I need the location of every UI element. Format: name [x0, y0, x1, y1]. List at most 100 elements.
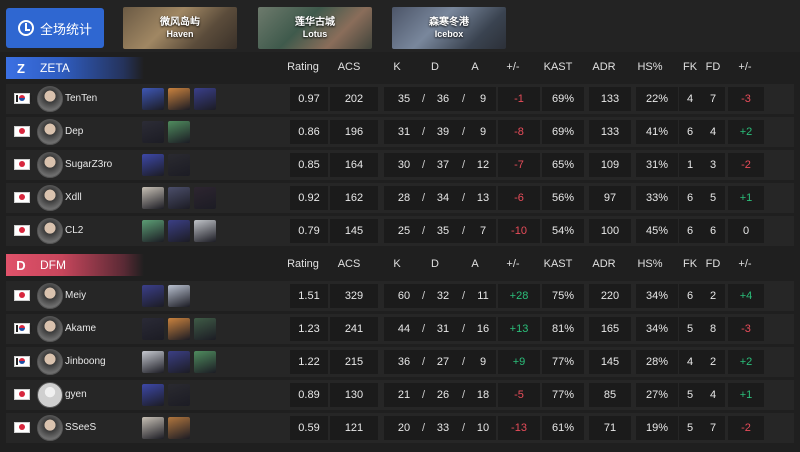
- player-row[interactable]: gyen 0.89 130 21 26 18 / / -5 77% 85 27% 5 4 +1: [6, 380, 794, 410]
- player-row[interactable]: Jinboong 1.22 215 36 27 9 / / +9 77% 145 28% 4 2 +2: [6, 347, 794, 377]
- adr-value: 100: [589, 219, 631, 243]
- adr-value: 85: [589, 383, 631, 407]
- player-row[interactable]: Akame 1.23 241 44 31 16 / / +13 81% 165 34% 5 8 -3: [6, 314, 794, 344]
- japan-flag-icon: [14, 389, 30, 400]
- all-stats-label: 全场统计: [39, 21, 92, 37]
- agent-icon: [194, 351, 216, 373]
- agent-icon: [168, 351, 190, 373]
- column-header-a: A: [471, 61, 479, 73]
- kda-d-value: 33: [436, 422, 450, 434]
- rating-value: 1.22: [290, 350, 328, 374]
- agent-icon: [168, 318, 190, 340]
- player-name[interactable]: Akame: [65, 323, 96, 334]
- agent-icon: [194, 318, 216, 340]
- fk-value: 6: [686, 225, 694, 237]
- kda-k-value: 31: [397, 126, 411, 138]
- column-header-d: D: [431, 258, 439, 270]
- plus-minus-value: +9: [498, 350, 540, 374]
- plus-minus-value: -1: [498, 87, 540, 111]
- agent-icon: [168, 88, 190, 110]
- stats-icon: [17, 20, 34, 36]
- kast-value: 56%: [542, 186, 584, 210]
- fk-value: 5: [686, 422, 694, 434]
- kda-a-value: 10: [476, 422, 490, 434]
- kda-k-value: 30: [397, 159, 411, 171]
- team-badge[interactable]: Z ZETA: [6, 57, 144, 79]
- map-tab-icebox[interactable]: 森寒冬港 Icebox: [392, 7, 506, 49]
- column-header-acs: ACS: [337, 61, 361, 73]
- map-name-en: Haven: [166, 28, 194, 39]
- player-row[interactable]: Xdll 0.92 162 28 34 13 / / -6 56% 97 33% 6 5 +1: [6, 183, 794, 213]
- korea-flag-icon: [14, 323, 32, 334]
- player-name[interactable]: TenTen: [65, 93, 97, 104]
- player-row[interactable]: Meiy 1.51 329 60 32 11 / / +28 75% 220 34% 6 2 +4: [6, 281, 794, 311]
- kda-d-value: 34: [436, 192, 450, 204]
- dfm-logo-icon: D: [16, 257, 26, 273]
- fd-value: 7: [709, 422, 717, 434]
- kast-value: 69%: [542, 87, 584, 111]
- player-avatar: [37, 415, 63, 441]
- player-row[interactable]: SSeeS 0.59 121 20 33 10 / / -13 61% 71 19% 5 7 -2: [6, 413, 794, 443]
- adr-value: 71: [589, 416, 631, 440]
- kast-value: 69%: [542, 120, 584, 144]
- column-header-rating: Rating: [287, 61, 319, 73]
- fk-value: 6: [686, 126, 694, 138]
- all-stats-button[interactable]: 全场统计: [6, 8, 104, 48]
- kda-d-value: 37: [436, 159, 450, 171]
- map-tab-lotus[interactable]: 莲华古城 Lotus: [258, 7, 372, 49]
- adr-value: 145: [589, 350, 631, 374]
- player-row[interactable]: TenTen 0.97 202 35 36 9 / / -1 69% 133 22% 4 7 -3: [6, 84, 794, 114]
- agent-icon: [142, 351, 164, 373]
- kda-separator: /: [462, 422, 466, 434]
- kda-a-value: 9: [479, 126, 487, 138]
- fk-fd-diff-value: +2: [728, 350, 764, 374]
- player-name[interactable]: Meiy: [65, 290, 86, 301]
- kda-separator: /: [462, 93, 466, 105]
- fk-fd-diff-value: -3: [728, 317, 764, 341]
- fk-fd-diff-value: +2: [728, 120, 764, 144]
- hs-percent-value: 28%: [636, 350, 678, 374]
- kda-d-value: 39: [436, 126, 450, 138]
- rating-value: 1.23: [290, 317, 328, 341]
- kda-separator: /: [462, 356, 466, 368]
- kast-value: 81%: [542, 317, 584, 341]
- agent-list: [142, 86, 216, 112]
- kda-separator: /: [422, 192, 426, 204]
- top-bar: 全场统计 微风岛屿 Haven 莲华古城 Lotus 森寒冬港 Icebox: [0, 0, 800, 52]
- hs-percent-value: 22%: [636, 87, 678, 111]
- team-badge[interactable]: D DFM: [6, 254, 144, 276]
- hs-percent-value: 31%: [636, 153, 678, 177]
- agent-icon: [142, 154, 164, 176]
- map-name-cn: 森寒冬港: [429, 16, 469, 28]
- agent-icon: [142, 220, 164, 242]
- agent-icon: [194, 220, 216, 242]
- kda-a-value: 11: [477, 290, 489, 302]
- player-name[interactable]: Xdll: [65, 192, 82, 203]
- agent-list: [142, 218, 216, 244]
- agent-icon: [142, 384, 164, 406]
- player-row[interactable]: CL2 0.79 145 25 35 7// -10 54% 100 45% 6 6 0: [6, 216, 794, 246]
- hs-percent-value: 41%: [636, 120, 678, 144]
- player-name[interactable]: SSeeS: [65, 422, 96, 433]
- player-name[interactable]: Jinboong: [65, 356, 106, 367]
- kda-k-value: 35: [397, 93, 411, 105]
- fk-fd-diff-value: -2: [728, 416, 764, 440]
- player-name[interactable]: Dep: [65, 126, 83, 137]
- kast-value: 65%: [542, 153, 584, 177]
- plus-minus-value: -6: [498, 186, 540, 210]
- fk-fd-diff-value: +4: [728, 284, 764, 308]
- player-row[interactable]: Dep 0.86 196 31 39 9 / / -8 69% 133 41% 6 4 +2: [6, 117, 794, 147]
- column-header-k: K: [393, 258, 401, 270]
- column-header-hs: HS%: [637, 258, 663, 270]
- map-tab-haven[interactable]: 微风岛屿 Haven: [123, 7, 237, 49]
- rating-value: 0.85: [290, 153, 328, 177]
- player-row[interactable]: SugarZ3ro 0.85 164 30 37 12 / / -7 65% 109 31% 1 3 -2: [6, 150, 794, 180]
- kda-a-value: 9: [479, 356, 487, 368]
- fk-fd-diff-value: -2: [728, 153, 764, 177]
- kda-separator: /: [422, 159, 426, 171]
- hs-percent-value: 45%: [636, 219, 678, 243]
- fd-value: 4: [709, 126, 717, 138]
- player-name[interactable]: CL2: [65, 225, 83, 236]
- player-name[interactable]: gyen: [65, 389, 87, 400]
- player-name[interactable]: SugarZ3ro: [65, 159, 112, 170]
